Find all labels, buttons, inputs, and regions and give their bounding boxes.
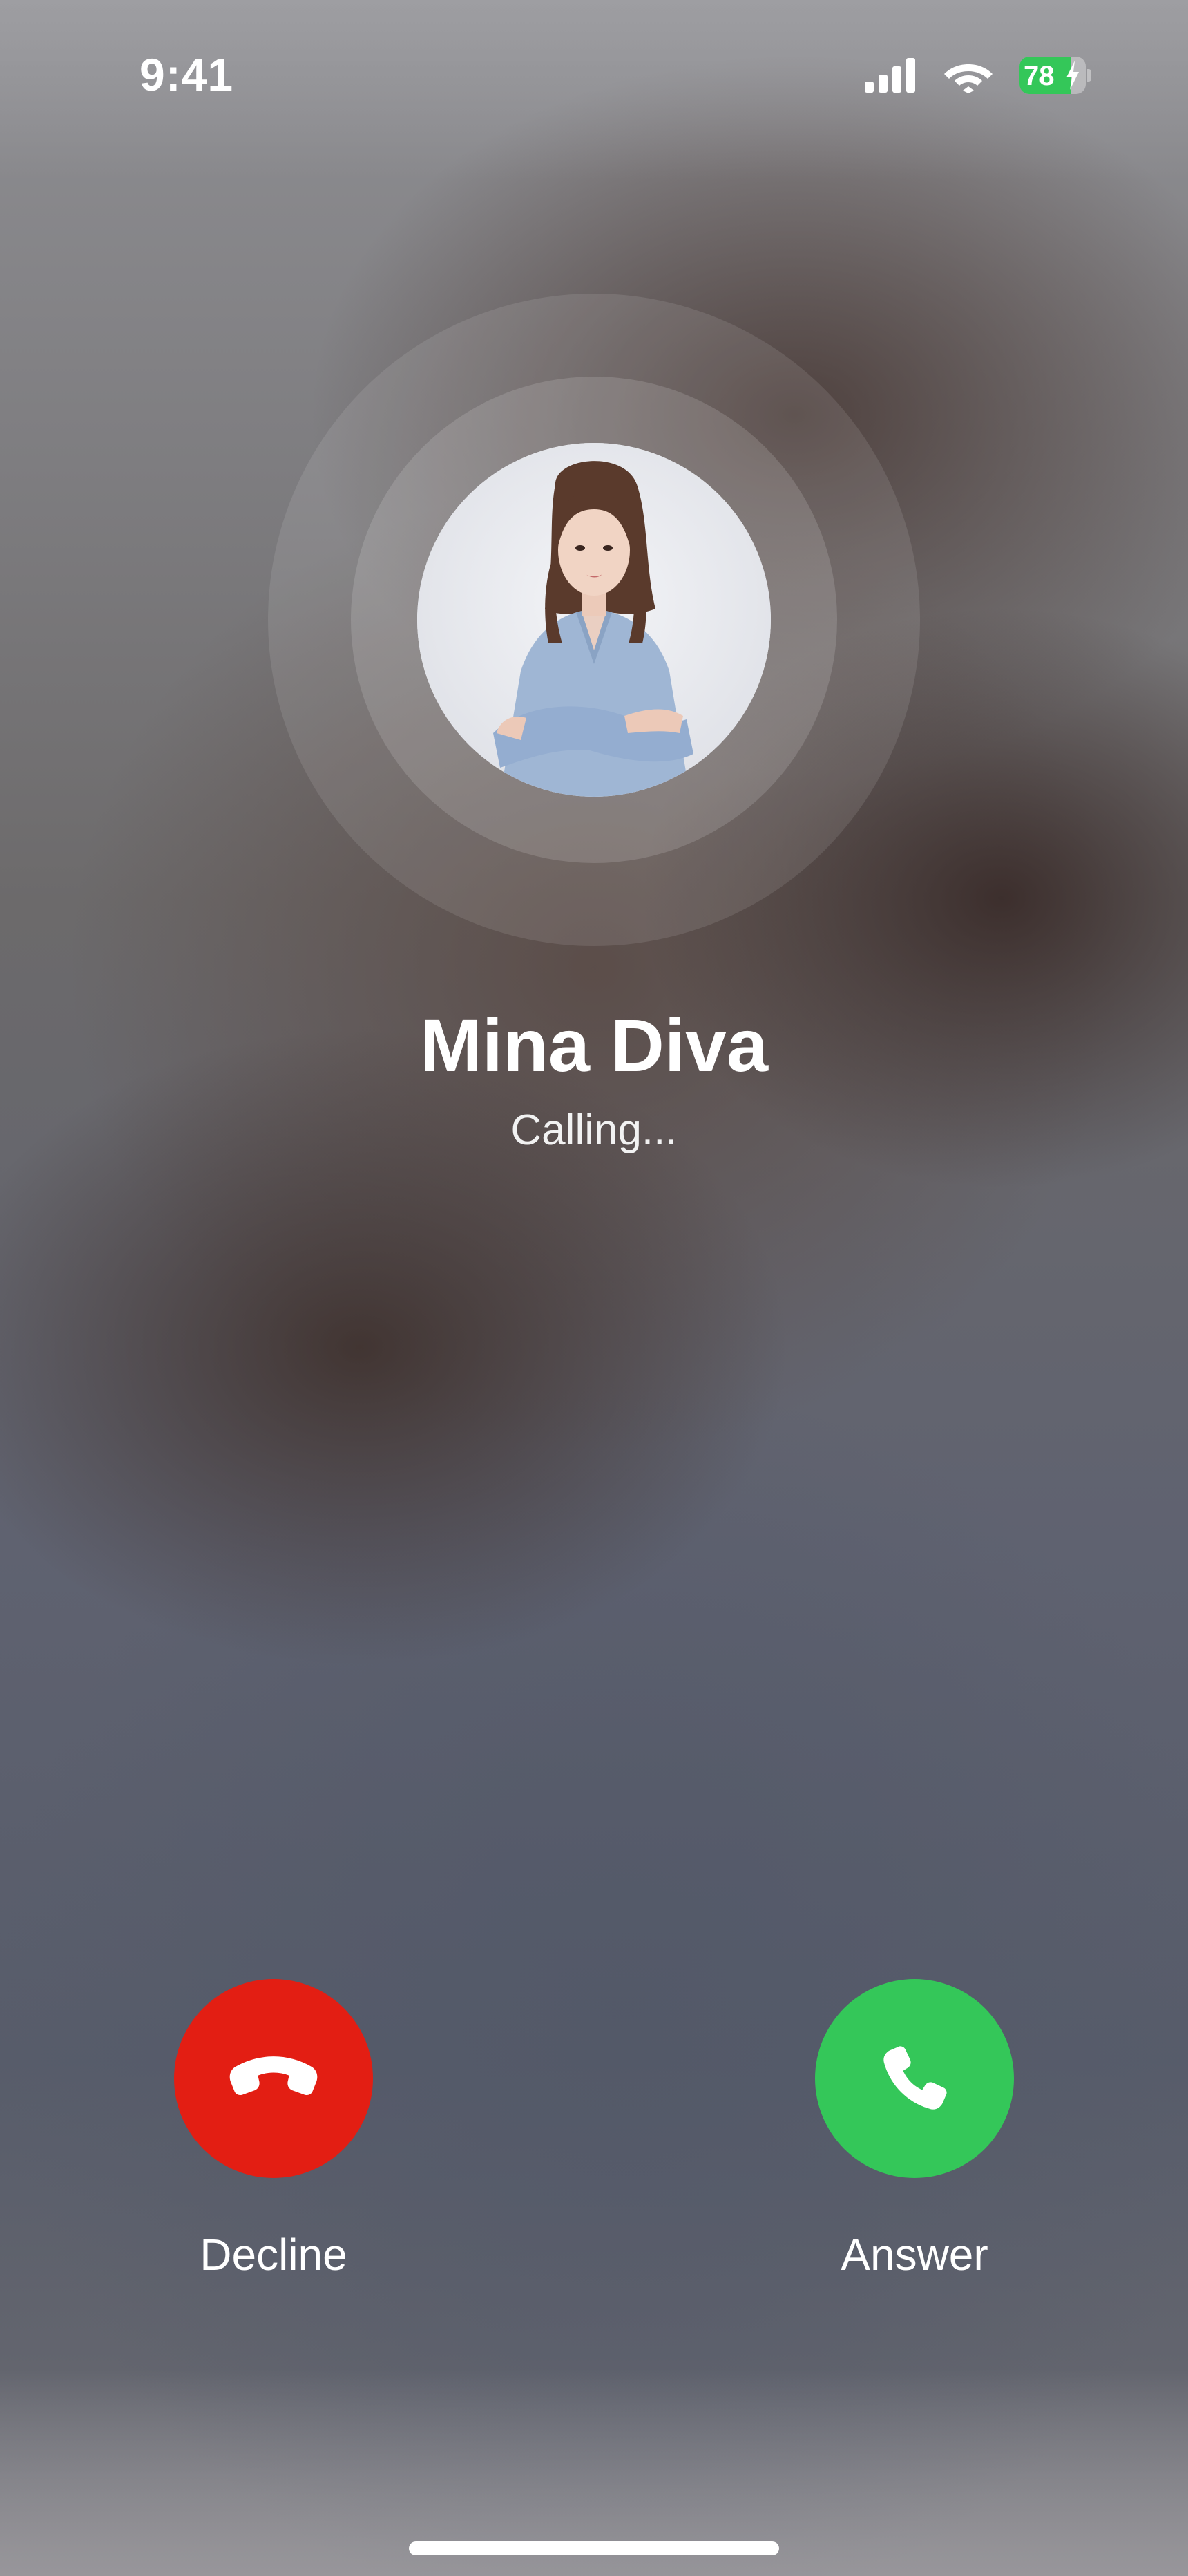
phone-icon [883, 2046, 947, 2110]
hang-up-icon [229, 2056, 318, 2096]
incoming-call-screen: 9:41 78 Mina Diva Calling... Decline Ans… [0, 0, 1188, 2576]
charging-bolt-icon [1066, 61, 1079, 90]
caller-name: Mina Diva [419, 1003, 769, 1087]
battery-level: 78 [1024, 61, 1055, 91]
caller-avatar [417, 443, 771, 797]
call-status: Calling... [510, 1106, 678, 1154]
answer-label: Answer [841, 2230, 988, 2280]
caller-photo [417, 443, 771, 797]
status-time: 9:41 [140, 49, 234, 100]
battery-icon: 78 [1019, 57, 1091, 94]
home-indicator[interactable] [409, 2541, 779, 2555]
battery-cap [1087, 69, 1091, 82]
decline-label: Decline [200, 2230, 347, 2280]
decline-button[interactable] [174, 1979, 373, 2178]
cellular-signal-icon [865, 58, 915, 93]
wifi-icon [944, 64, 993, 93]
status-icons: 78 [865, 57, 1091, 94]
answer-button[interactable] [815, 1979, 1014, 2178]
